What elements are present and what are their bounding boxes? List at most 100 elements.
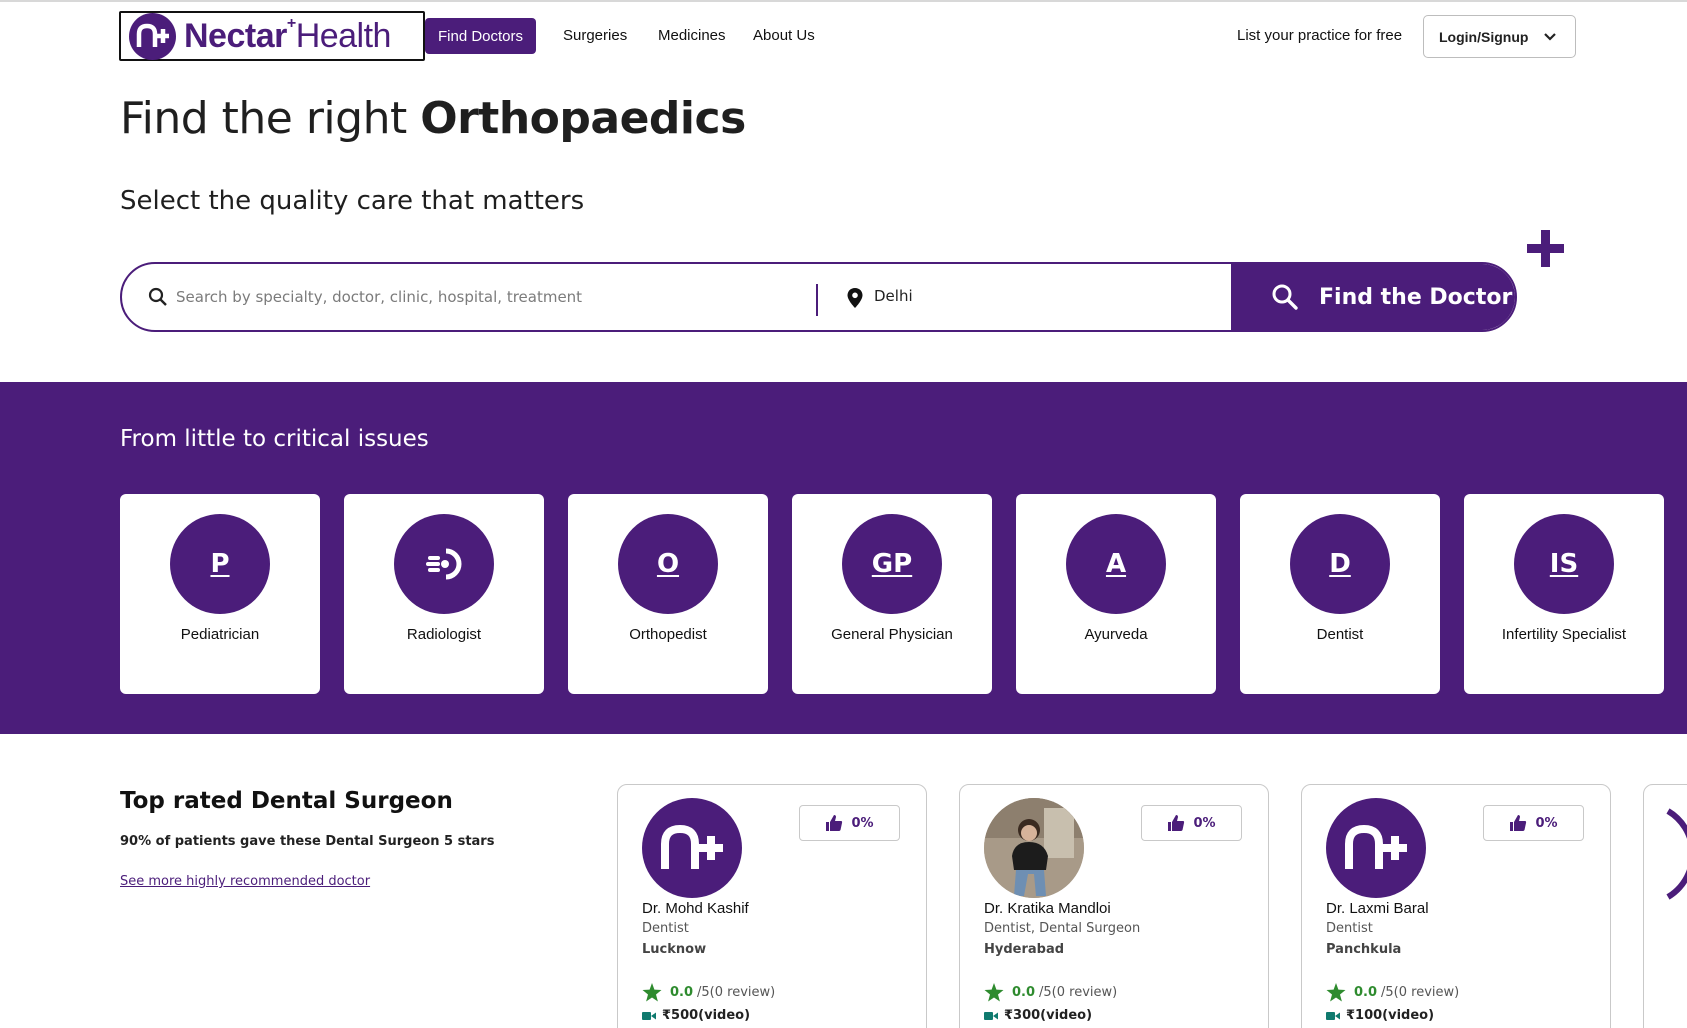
specialty-initials: D: [1290, 514, 1390, 614]
doctor-rating: 0.0 /5(0 review): [984, 983, 1117, 1002]
doctor-name[interactable]: Dr. Laxmi Baral: [1326, 900, 1429, 917]
doctor-card-partial[interactable]: [1643, 784, 1687, 1028]
rating-score: 0.0: [1354, 985, 1378, 1000]
specialty-initials: O: [618, 514, 718, 614]
doctor-city: Panchkula: [1326, 942, 1402, 957]
login-signup-button[interactable]: Login/Signup: [1423, 15, 1576, 58]
doctor-name[interactable]: Dr. Mohd Kashif: [642, 900, 749, 917]
radiology-icon: [394, 514, 494, 614]
doctor-rating: 0.0 /5(0 review): [642, 983, 775, 1002]
location-input[interactable]: Delhi: [874, 287, 913, 305]
chevron-down-icon: [1544, 33, 1556, 41]
specialty-initials: P: [170, 514, 270, 614]
doctor-name[interactable]: Dr. Kratika Mandloi: [984, 900, 1111, 917]
page-title-specialty: Orthopaedics: [420, 93, 746, 144]
specialty-card-ayurveda[interactable]: A Ayurveda: [1016, 494, 1216, 694]
login-signup-label: Login/Signup: [1439, 28, 1529, 45]
specialty-label: Orthopedist: [629, 626, 707, 643]
specialty-card-pediatrician[interactable]: P Pediatrician: [120, 494, 320, 694]
search-input[interactable]: [176, 282, 796, 312]
consultation-fee: ₹100(video): [1326, 1008, 1434, 1023]
specialty-card-general-physician[interactable]: GP General Physician: [792, 494, 992, 694]
doctor-specialty: Dentist: [1326, 921, 1373, 936]
doctor-card[interactable]: 0% Dr. Kratika Mandloi Dentist, Dental S…: [959, 784, 1269, 1028]
consultation-fee: ₹500(video): [642, 1008, 750, 1023]
page-title: Find the right Orthopaedics: [120, 93, 746, 144]
logo-mark-icon: [1345, 824, 1407, 869]
specialty-card-radiologist[interactable]: Radiologist: [344, 494, 544, 694]
nav-about-us[interactable]: About Us: [753, 27, 815, 44]
specialty-label: Dentist: [1316, 626, 1364, 643]
doctor-rating: 0.0 /5(0 review): [1326, 983, 1459, 1002]
avatar: [642, 798, 742, 898]
logo-mark-icon: [129, 12, 176, 60]
search-icon: [148, 287, 167, 306]
specialty-card-infertility-specialist[interactable]: IS Infertility Specialist: [1464, 494, 1664, 694]
recommend-badge: 0%: [799, 805, 900, 841]
specialties-section: From little to critical issues P Pediatr…: [0, 382, 1687, 734]
specialty-initials: GP: [842, 514, 942, 614]
video-camera-icon: [1326, 1011, 1340, 1020]
doctor-card[interactable]: 0% Dr. Mohd Kashif Dentist Lucknow 0.0 /…: [617, 784, 927, 1028]
rating-suffix: /5(0 review): [697, 985, 776, 1000]
doctor-city: Lucknow: [642, 942, 707, 957]
specialty-label: Infertility Specialist: [1501, 626, 1627, 643]
logo-wordmark: Nectar+Health: [184, 15, 391, 55]
thumbs-up-icon: [826, 815, 843, 831]
search-bar: Delhi Find the Doctor: [120, 262, 1517, 332]
find-doctor-button[interactable]: Find the Doctor: [1231, 264, 1515, 330]
specialties-title: From little to critical issues: [120, 426, 429, 452]
rating-suffix: /5(0 review): [1039, 985, 1118, 1000]
avatar: [1666, 808, 1687, 900]
search-divider: [816, 284, 818, 316]
fee-value: ₹300(video): [1004, 1008, 1093, 1023]
thumbs-up-icon: [1510, 815, 1527, 831]
consultation-fee: ₹300(video): [984, 1008, 1092, 1023]
recommend-percent: 0%: [851, 815, 874, 831]
fee-value: ₹100(video): [1346, 1008, 1435, 1023]
avatar: [984, 798, 1084, 898]
list-practice-link[interactable]: List your practice for free: [1237, 27, 1402, 44]
nav-medicines[interactable]: Medicines: [658, 27, 726, 44]
specialty-initials: A: [1066, 514, 1166, 614]
specialty-label: Pediatrician: [180, 626, 260, 643]
recommend-percent: 0%: [1535, 815, 1558, 831]
specialty-card-orthopedist[interactable]: O Orthopedist: [568, 494, 768, 694]
search-icon: [1272, 284, 1298, 310]
page-title-prefix: Find the right: [120, 93, 421, 144]
top-border: [0, 0, 1687, 2]
plus-decoration-icon: [1527, 230, 1564, 267]
specialty-label: Radiologist: [406, 626, 482, 643]
rating-score: 0.0: [670, 985, 694, 1000]
specialty-label: General Physician: [831, 626, 953, 643]
star-icon: [1326, 983, 1346, 1002]
see-more-doctors-link[interactable]: See more highly recommended doctor: [120, 874, 370, 889]
nav-surgeries[interactable]: Surgeries: [563, 27, 627, 44]
top-rated-title: Top rated Dental Surgeon: [120, 788, 453, 814]
top-rated-subtitle: 90% of patients gave these Dental Surgeo…: [120, 834, 495, 849]
specialty-initials: IS: [1514, 514, 1614, 614]
nav-find-doctors[interactable]: Find Doctors: [425, 18, 536, 54]
logo-brand-bold: Nectar: [184, 16, 287, 55]
doctor-city: Hyderabad: [984, 942, 1065, 957]
doctor-specialty: Dentist: [642, 921, 689, 936]
specialty-label: Ayurveda: [1084, 626, 1148, 643]
fee-value: ₹500(video): [662, 1008, 751, 1023]
logo[interactable]: Nectar+Health: [119, 11, 425, 61]
doctor-specialty: Dentist, Dental Surgeon: [984, 921, 1141, 936]
video-camera-icon: [642, 1011, 656, 1020]
thumbs-up-icon: [1168, 815, 1185, 831]
specialty-card-dentist[interactable]: D Dentist: [1240, 494, 1440, 694]
rating-score: 0.0: [1012, 985, 1036, 1000]
star-icon: [984, 983, 1004, 1002]
star-icon: [642, 983, 662, 1002]
find-doctor-label: Find the Doctor: [1319, 284, 1513, 310]
rating-suffix: /5(0 review): [1381, 985, 1460, 1000]
recommend-badge: 0%: [1483, 805, 1584, 841]
recommend-percent: 0%: [1193, 815, 1216, 831]
location-pin-icon: [847, 288, 863, 308]
video-camera-icon: [984, 1011, 998, 1020]
page-subtitle: Select the quality care that matters: [120, 186, 585, 216]
doctor-card[interactable]: 0% Dr. Laxmi Baral Dentist Panchkula 0.0…: [1301, 784, 1611, 1028]
recommend-badge: 0%: [1141, 805, 1242, 841]
